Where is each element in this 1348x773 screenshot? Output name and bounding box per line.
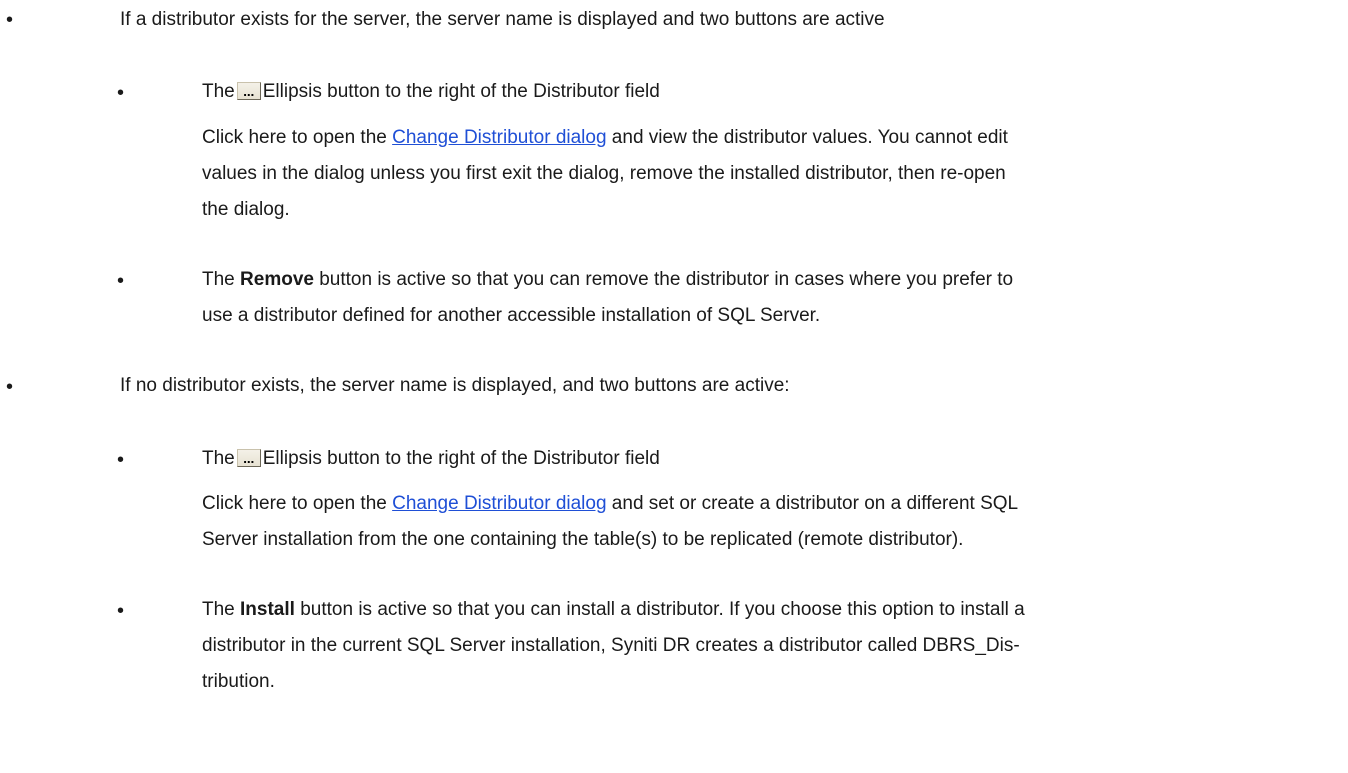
change-distributor-dialog-link[interactable]: Change Distributor dialog [392,127,606,148]
sub-item-suffix: Ellipsis button to the right of the Dist… [262,448,660,469]
sub-item-2-1-description-line-1: Click here to open the Change Distributo… [202,492,1018,516]
install-button-label: Install [240,599,295,620]
sub-item-prefix: The [202,269,241,290]
bullet: • [117,449,125,471]
sub-item-1-1-description-line-3: the dialog. [202,199,290,220]
sub-item-prefix: The [202,81,235,102]
bullet: • [117,600,125,622]
sub-item-1-1-heading: The… Ellipsis button to the right of the … [202,80,660,104]
sub-item-2-1-description-line-2: Server installation from the one contain… [202,529,964,550]
sub-item-2-2-line-2: distributor in the current SQL Server in… [202,635,1020,656]
sub-item-prefix: The [202,599,241,620]
list-item-2-text: If no distributor exists, the server nam… [120,375,790,396]
sub-item-1-1-description-line-2: values in the dialog unless you first ex… [202,163,1006,184]
bullet: • [117,82,125,104]
sub-item-1-1-description-line-1: Click here to open the Change Distributo… [202,126,1008,150]
ellipsis-button-icon: … [236,82,261,100]
sub-item-prefix: The [202,448,235,469]
description-text: Click here to open the [202,127,393,148]
description-text: and set or create a distributor on a dif… [606,493,1019,514]
sub-item-1-2-line-1: The Remove button is active so that you … [202,268,1013,292]
sub-item-2-2-line-1: The Install button is active so that you… [202,598,1025,622]
ellipsis-button-icon: … [236,449,261,467]
remove-button-label: Remove [240,269,314,290]
sub-item-text: button is active so that you can install… [294,599,1025,620]
bullet: • [6,376,14,398]
sub-item-text: button is active so that you can remove … [313,269,1014,290]
description-text: and view the distributor values. You can… [606,127,1008,148]
list-item-1-text: If a distributor exists for the server, … [120,9,885,30]
sub-item-2-2-line-3: tribution. [202,671,275,692]
description-text: Click here to open the [202,493,393,514]
sub-item-2-1-heading: The… Ellipsis button to the right of the … [202,447,660,471]
help-document: • If a distributor exists for the server… [0,0,1348,773]
sub-item-suffix: Ellipsis button to the right of the Dist… [262,81,660,102]
bullet: • [6,9,14,31]
change-distributor-dialog-link[interactable]: Change Distributor dialog [392,493,606,514]
bullet: • [117,270,125,292]
sub-item-1-2-line-2: use a distributor defined for another ac… [202,305,821,326]
